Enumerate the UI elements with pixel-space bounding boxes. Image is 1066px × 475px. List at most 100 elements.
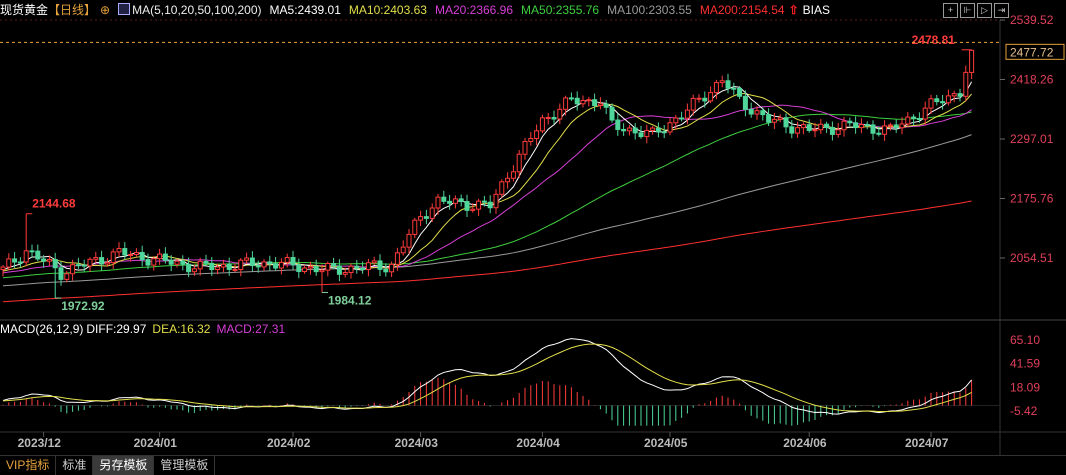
diff-line bbox=[2, 338, 972, 415]
candle-body bbox=[528, 138, 534, 142]
candle bbox=[957, 88, 963, 102]
candle-body bbox=[331, 262, 337, 267]
candle-body bbox=[893, 124, 899, 129]
candle bbox=[667, 118, 673, 136]
candle bbox=[313, 259, 319, 276]
candle bbox=[423, 209, 429, 225]
candle-body bbox=[435, 196, 441, 209]
ma5-line bbox=[2, 81, 973, 271]
candle-body bbox=[6, 258, 12, 268]
candle-body bbox=[23, 250, 29, 263]
candle bbox=[180, 255, 186, 271]
period-selector[interactable]: 【日线】 bbox=[48, 3, 96, 17]
candle bbox=[864, 121, 870, 130]
candle-body bbox=[951, 93, 957, 97]
tab-vip-indicator[interactable]: VIP指标 bbox=[0, 456, 57, 475]
candle-body bbox=[64, 273, 70, 280]
candle-body bbox=[580, 100, 586, 105]
date-tick-label: 2024/02 bbox=[267, 436, 311, 450]
candle bbox=[568, 92, 574, 102]
candle-body bbox=[638, 132, 644, 138]
exit-icon[interactable]: ⇥ bbox=[994, 3, 1009, 18]
candle-body bbox=[75, 264, 81, 267]
candle-body bbox=[313, 266, 319, 273]
candle-body bbox=[806, 124, 812, 131]
candle-body bbox=[597, 103, 603, 107]
kline-chart[interactable]: 2539.522418.262297.012175.762054.512144.… bbox=[0, 0, 1066, 474]
macd-header: MACD(26,12,9) DIFF:29.97 DEA:16.32 MACD:27.… bbox=[0, 321, 291, 337]
candle bbox=[151, 256, 157, 271]
arrow-up-icon[interactable]: ⇧ bbox=[789, 3, 799, 17]
price-tick-label: 2175.76 bbox=[1010, 191, 1054, 205]
date-tick-label: 2024/05 bbox=[644, 436, 688, 450]
candle bbox=[638, 126, 644, 139]
candle-body bbox=[336, 265, 342, 275]
diff-value: DIFF:29.97 bbox=[86, 322, 147, 336]
candle-body bbox=[783, 117, 789, 128]
candle bbox=[760, 107, 766, 121]
candle bbox=[278, 258, 284, 275]
candle-body bbox=[673, 117, 679, 124]
zoom-range-icon[interactable]: ⊩ bbox=[960, 3, 975, 18]
candle bbox=[737, 86, 743, 100]
candle-body bbox=[302, 267, 308, 273]
candle-body bbox=[464, 201, 470, 211]
tab-standard[interactable]: 标准 bbox=[56, 456, 94, 475]
candle bbox=[655, 122, 661, 138]
tab-save-template[interactable]: 另存模板 bbox=[93, 456, 155, 475]
candle-body bbox=[186, 263, 192, 273]
candle bbox=[29, 244, 35, 258]
candle bbox=[139, 245, 145, 267]
ma20-value: MA20:2366.96 bbox=[434, 3, 514, 17]
date-tick-label: 2024/04 bbox=[516, 436, 560, 450]
candle bbox=[487, 195, 493, 214]
candle bbox=[493, 189, 499, 214]
candle-body bbox=[87, 258, 93, 267]
candle-body bbox=[145, 259, 151, 266]
candle-body bbox=[731, 87, 737, 90]
candle-body bbox=[551, 116, 557, 120]
ma-label[interactable]: MA(5,10,20,50,100,200) bbox=[132, 3, 261, 17]
candle-body bbox=[244, 257, 250, 261]
candle-body bbox=[110, 251, 116, 264]
candle-body bbox=[249, 257, 255, 267]
candle bbox=[429, 203, 435, 223]
candle-body bbox=[795, 127, 801, 134]
candle bbox=[719, 75, 725, 88]
candle bbox=[197, 257, 203, 276]
candle bbox=[563, 95, 569, 116]
tab-manage-template[interactable]: 管理模板 bbox=[154, 456, 216, 475]
candle bbox=[249, 251, 255, 272]
candle bbox=[23, 213, 29, 267]
extreme-price-label: 2144.68 bbox=[32, 197, 76, 211]
bias-indicator[interactable]: BIAS bbox=[803, 3, 830, 17]
candle bbox=[592, 93, 598, 112]
candle bbox=[284, 253, 290, 268]
candle bbox=[133, 248, 139, 257]
settings-circle-icon[interactable]: ⊕ bbox=[100, 3, 110, 17]
candle bbox=[806, 119, 812, 133]
candle-body bbox=[586, 99, 592, 102]
candle-body bbox=[46, 259, 52, 262]
macd-tick-label: 41.59 bbox=[1010, 357, 1040, 371]
chart-header: 现货黄金【日线】 ⊕ MA(5,10,20,50,100,200) MA5:2439.… bbox=[0, 0, 1066, 20]
macd-params[interactable]: MACD(26,12,9) bbox=[0, 322, 83, 336]
crosshair-icon[interactable]: + bbox=[943, 3, 958, 18]
candle bbox=[661, 124, 667, 139]
candle-body bbox=[267, 261, 273, 265]
candle-body bbox=[174, 260, 180, 265]
play-icon[interactable]: ▷ bbox=[977, 3, 992, 18]
candle-body bbox=[760, 110, 766, 116]
candle bbox=[336, 259, 342, 282]
ma-chart-icon[interactable] bbox=[118, 3, 131, 15]
candle bbox=[911, 114, 917, 126]
candle bbox=[383, 263, 389, 277]
candle bbox=[574, 91, 580, 111]
candle bbox=[290, 250, 296, 270]
candle bbox=[244, 252, 250, 264]
candle bbox=[847, 117, 853, 127]
candle bbox=[325, 261, 331, 277]
candle-body bbox=[835, 129, 841, 135]
candle bbox=[829, 121, 835, 141]
price-tick-label: 2054.51 bbox=[1010, 251, 1054, 265]
